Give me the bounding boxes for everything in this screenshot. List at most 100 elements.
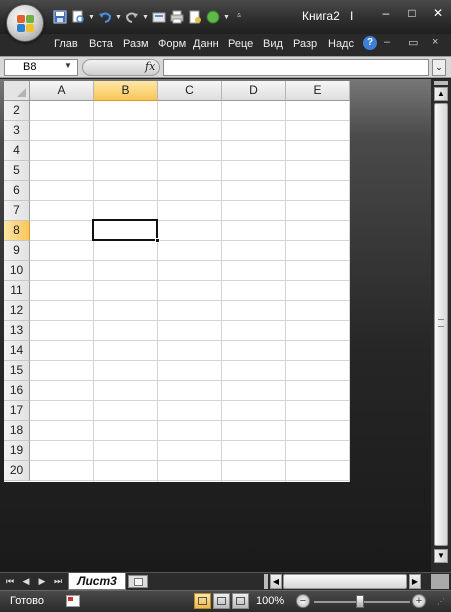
page-break-icon	[236, 597, 245, 605]
zoom-slider-thumb[interactable]	[356, 595, 364, 608]
undo-icon[interactable]	[97, 9, 113, 25]
cell-area[interactable]	[30, 101, 350, 482]
maximize-button[interactable]: □	[399, 4, 425, 22]
scroll-down-button[interactable]: ▼	[434, 549, 448, 563]
row-header-12[interactable]: 12	[4, 301, 30, 321]
split-box[interactable]	[434, 81, 448, 85]
column-header-e[interactable]: E	[286, 81, 350, 101]
expand-formula-bar-button[interactable]: ⌄	[432, 59, 446, 76]
normal-view-button[interactable]	[194, 593, 211, 609]
horizontal-scroll-thumb[interactable]	[283, 574, 407, 589]
sheet-tab-active[interactable]: Лист3	[68, 573, 126, 590]
column-header-a[interactable]: A	[30, 81, 94, 101]
row-header-4[interactable]: 4	[4, 141, 30, 161]
active-cell-b8[interactable]	[92, 219, 160, 243]
tab-split-box[interactable]	[264, 574, 268, 589]
save-icon[interactable]	[52, 9, 68, 25]
row-header-19[interactable]: 19	[4, 441, 30, 461]
help-icon[interactable]: ?	[363, 36, 377, 50]
row-header-10[interactable]: 10	[4, 261, 30, 281]
row-header-8[interactable]: 8	[4, 221, 30, 241]
customize-toolbar-icon[interactable]: ⩯	[232, 13, 246, 21]
select-all-button[interactable]	[4, 81, 30, 101]
tab-review[interactable]: Реце	[228, 38, 259, 50]
green-circle-icon[interactable]	[205, 9, 221, 25]
tab-insert[interactable]: Вста	[89, 38, 119, 50]
row-header-15[interactable]: 15	[4, 361, 30, 381]
document-icon[interactable]	[187, 9, 203, 25]
form-icon[interactable]	[151, 9, 167, 25]
zoom-out-button[interactable]: −	[296, 594, 310, 608]
chevron-down-icon[interactable]: ▼	[223, 14, 230, 21]
tab-developer[interactable]: Разр	[293, 38, 323, 50]
print-icon[interactable]	[169, 9, 185, 25]
last-sheet-button[interactable]: ⏭	[52, 575, 64, 588]
chevron-down-icon[interactable]: ▼	[142, 14, 149, 21]
tab-formulas[interactable]: Форм	[158, 38, 190, 50]
tab-view[interactable]: Вид	[263, 38, 289, 50]
zoom-level[interactable]: 100%	[256, 595, 284, 607]
zoom-in-button[interactable]: +	[412, 594, 426, 608]
column-header-c[interactable]: C	[158, 81, 222, 101]
office-button[interactable]	[6, 4, 44, 42]
ribbon-close-button[interactable]: ×	[432, 36, 438, 48]
prev-sheet-button[interactable]: ◀	[20, 575, 32, 588]
page-break-view-button[interactable]	[232, 593, 249, 609]
column-header-d[interactable]: D	[222, 81, 286, 101]
vertical-scroll-thumb[interactable]	[434, 103, 448, 546]
chevron-down-icon[interactable]: ▼	[88, 14, 95, 21]
scroll-right-button[interactable]: ▶	[409, 574, 421, 589]
gridline	[30, 240, 350, 241]
scroll-up-button[interactable]: ▲	[434, 87, 448, 101]
ribbon-restore-button[interactable]: ▭	[408, 36, 418, 49]
tab-home[interactable]: Глав	[54, 38, 84, 50]
redo-icon[interactable]	[124, 9, 140, 25]
app-name: I	[350, 9, 354, 23]
row-header-17[interactable]: 17	[4, 401, 30, 421]
column-header-b[interactable]: B	[94, 81, 158, 101]
macro-record-icon[interactable]	[66, 595, 80, 607]
chevron-down-icon[interactable]: ▼	[64, 61, 72, 70]
gridline	[30, 140, 350, 141]
insert-function-icon[interactable]: fx	[145, 60, 155, 73]
row-header-18[interactable]: 18	[4, 421, 30, 441]
row-header-14[interactable]: 14	[4, 341, 30, 361]
row-header-6[interactable]: 6	[4, 181, 30, 201]
row-header-7[interactable]: 7	[4, 201, 30, 221]
row-header-16[interactable]: 16	[4, 381, 30, 401]
page-layout-view-button[interactable]	[213, 593, 230, 609]
row-header-3[interactable]: 3	[4, 121, 30, 141]
first-sheet-button[interactable]: ⏮	[4, 575, 16, 588]
scrollbar-corner	[431, 574, 449, 589]
print-preview-icon[interactable]	[70, 9, 86, 25]
window-controls: – □ ✕	[373, 4, 451, 22]
title-bar: ▼ ▼ ▼ ▼ ⩯ Книга2 I – □ ✕	[0, 0, 451, 34]
scroll-left-button[interactable]: ◀	[270, 574, 282, 589]
gridline	[30, 260, 350, 261]
close-button[interactable]: ✕	[425, 4, 451, 22]
gridline	[30, 460, 350, 461]
gridline	[30, 280, 350, 281]
row-header-13[interactable]: 13	[4, 321, 30, 341]
row-header-20[interactable]: 20	[4, 461, 30, 481]
tab-page-layout[interactable]: Разм	[123, 38, 155, 50]
formula-input[interactable]	[163, 59, 429, 76]
fill-handle[interactable]	[155, 238, 160, 243]
gridline	[349, 101, 350, 482]
insert-sheet-button[interactable]	[128, 575, 148, 588]
resize-grip-icon[interactable]: ⋰	[437, 597, 447, 607]
gridline	[93, 101, 94, 482]
row-header-11[interactable]: 11	[4, 281, 30, 301]
row-header-2[interactable]: 2	[4, 101, 30, 121]
vertical-scrollbar[interactable]: ▲ ▼	[431, 79, 451, 572]
ribbon-minimize-button[interactable]: –	[384, 36, 390, 48]
row-header-5[interactable]: 5	[4, 161, 30, 181]
tab-addins[interactable]: Надс	[328, 38, 358, 50]
minimize-button[interactable]: –	[373, 4, 399, 22]
next-sheet-button[interactable]: ▶	[36, 575, 48, 588]
chevron-down-icon[interactable]: ▼	[115, 14, 122, 21]
row-header-9[interactable]: 9	[4, 241, 30, 261]
tab-data[interactable]: Данн	[193, 38, 225, 50]
formula-bar: B8 ▼ fx ⌄	[0, 56, 451, 78]
worksheet-grid: A B C D E 2 3 4 5 6 7 8 9 10 11 12 13 14…	[4, 81, 350, 482]
